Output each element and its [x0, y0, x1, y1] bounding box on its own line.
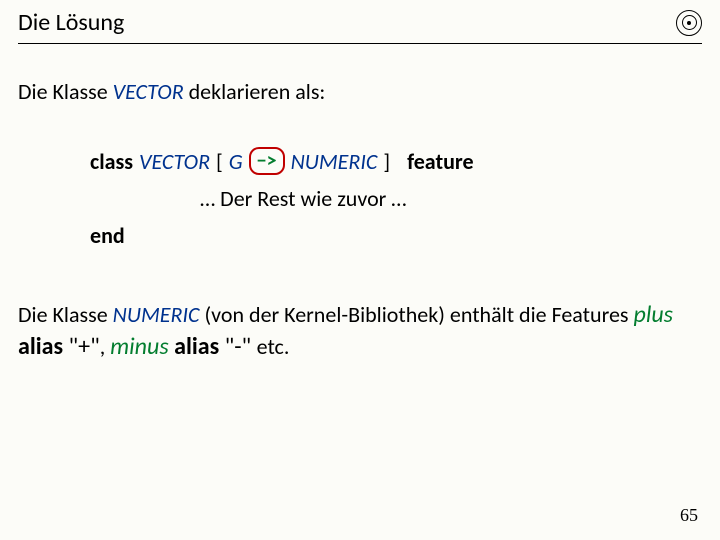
intro-line: Die Klasse VECTOR deklarieren als: [18, 78, 692, 105]
page-number: 65 [680, 505, 698, 526]
keyword-class: class [90, 148, 133, 175]
intro-vector: VECTOR [113, 78, 184, 105]
intro-pre: Die Klasse [18, 78, 113, 105]
logo-icon [676, 10, 702, 36]
alias-kw-2: alias [174, 332, 219, 361]
code-block: class VECTOR [G −> NUMERIC ] feature … D… [90, 147, 692, 249]
generic-g: G [229, 148, 243, 175]
feature-minus: minus [110, 332, 174, 361]
code-rest: … Der Rest wie zuvor … [200, 185, 692, 212]
alias-minus-op: "-" [219, 332, 256, 361]
code-line-declaration: class VECTOR [G −> NUMERIC ] feature [90, 147, 692, 175]
arrow-symbol: −> [257, 151, 277, 171]
alias-kw-1: alias [18, 332, 63, 361]
class-vector: VECTOR [139, 148, 210, 175]
feature-plus: plus [633, 300, 673, 329]
bracket-close: ] [383, 148, 390, 175]
slide-title: Die Lösung [18, 8, 124, 37]
p2-etc: etc. [257, 333, 290, 360]
keyword-end: end [90, 222, 692, 249]
p2-numeric: NUMERIC [113, 301, 200, 328]
slide-header: Die Lösung [18, 8, 702, 44]
intro-post: deklarieren als: [184, 78, 326, 105]
slide-body: Die Klasse VECTOR deklarieren als: class… [18, 78, 692, 364]
comma: , [100, 333, 110, 360]
bracket-open: [ [216, 148, 223, 175]
class-numeric: NUMERIC [291, 148, 378, 175]
constraint-arrow-box: −> [249, 147, 285, 175]
p2-t1: Die Klasse [18, 301, 113, 328]
p2-t2: (von der Kernel-Bibliothek) enthält die … [200, 301, 634, 328]
keyword-feature: feature [407, 148, 473, 175]
explanation-paragraph: Die Klasse NUMERIC (von der Kernel-Bibli… [18, 299, 692, 364]
alias-plus-op: "+" [63, 332, 100, 361]
